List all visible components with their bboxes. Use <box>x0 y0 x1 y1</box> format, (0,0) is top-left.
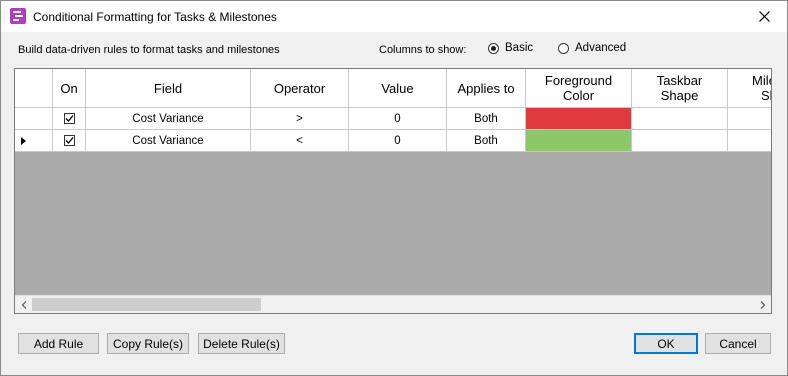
value-cell[interactable]: 0 <box>349 108 447 130</box>
value-cell[interactable]: 0 <box>349 130 447 152</box>
applies-to-cell[interactable]: Both <box>447 108 526 130</box>
on-checkbox-cell[interactable] <box>53 108 86 130</box>
chevron-right-icon <box>760 300 765 309</box>
operator-cell[interactable]: < <box>251 130 349 152</box>
scroll-right-button[interactable] <box>754 296 771 313</box>
table-row[interactable]: Cost Variance > 0 Both <box>15 108 771 130</box>
column-header-applies-to[interactable]: Applies to <box>447 69 526 108</box>
radio-advanced-indicator <box>558 42 569 54</box>
operator-cell[interactable]: > <box>251 108 349 130</box>
field-cell[interactable]: Cost Variance <box>86 130 251 152</box>
radio-advanced-label: Advanced <box>575 42 627 54</box>
radio-basic[interactable]: Basic <box>488 42 533 54</box>
on-checkbox[interactable] <box>63 113 75 124</box>
chevron-left-icon <box>21 300 26 309</box>
column-header-foreground-color[interactable]: Foreground Color <box>526 69 632 108</box>
radio-basic-indicator <box>488 42 499 54</box>
scrollbar-thumb[interactable] <box>32 298 261 311</box>
taskbar-shape-cell[interactable] <box>632 108 728 130</box>
on-checkbox-cell[interactable] <box>53 130 86 152</box>
grid-viewport: On Field Operator Value Applies to Foreg… <box>15 69 771 295</box>
taskbar-shape-cell[interactable] <box>632 130 728 152</box>
add-rule-button[interactable]: Add Rule <box>18 333 99 354</box>
column-header-operator[interactable]: Operator <box>251 69 349 108</box>
delete-rules-button[interactable]: Delete Rule(s) <box>198 333 285 354</box>
foreground-color-cell[interactable] <box>526 108 632 130</box>
checkmark-icon <box>65 137 74 144</box>
columns-to-show-label: Columns to show: <box>379 44 467 56</box>
milestone-shape-cell[interactable] <box>728 108 771 130</box>
cancel-button[interactable]: Cancel <box>705 333 771 354</box>
close-icon <box>758 11 770 22</box>
rules-grid[interactable]: On Field Operator Value Applies to Foreg… <box>14 68 772 314</box>
column-header-on[interactable]: On <box>53 69 86 108</box>
radio-basic-label: Basic <box>505 42 534 54</box>
column-header-field[interactable]: Field <box>86 69 251 108</box>
on-checkbox[interactable] <box>63 135 75 146</box>
title-bar: Conditional Formatting for Tasks & Miles… <box>1 1 787 32</box>
close-button[interactable] <box>741 1 787 32</box>
milestone-shape-cell[interactable] <box>728 130 771 152</box>
conditional-formatting-icon <box>10 8 26 24</box>
checkmark-icon <box>65 115 74 122</box>
grid-header-row: On Field Operator Value Applies to Foreg… <box>15 69 771 108</box>
horizontal-scrollbar[interactable] <box>15 295 771 313</box>
window-title: Conditional Formatting for Tasks & Miles… <box>33 10 277 24</box>
column-header-taskbar-shape[interactable]: Taskbar Shape <box>632 69 728 108</box>
row-header[interactable] <box>15 130 53 152</box>
column-header-value[interactable]: Value <box>349 69 447 108</box>
table-row[interactable]: Cost Variance < 0 Both <box>15 130 771 152</box>
dialog-description: Build data-driven rules to format tasks … <box>18 44 280 56</box>
column-header-milestone-shape[interactable]: Milestone Shape <box>728 69 771 108</box>
row-header-corner <box>15 69 53 108</box>
ok-button[interactable]: OK <box>634 333 698 354</box>
applies-to-cell[interactable]: Both <box>447 130 526 152</box>
scroll-left-button[interactable] <box>15 296 32 313</box>
row-pointer-icon <box>21 136 26 145</box>
dialog-window: Conditional Formatting for Tasks & Miles… <box>0 0 788 376</box>
field-cell[interactable]: Cost Variance <box>86 108 251 130</box>
radio-advanced[interactable]: Advanced <box>558 42 626 54</box>
row-header[interactable] <box>15 108 53 130</box>
copy-rules-button[interactable]: Copy Rule(s) <box>107 333 189 354</box>
foreground-color-cell[interactable] <box>526 130 632 152</box>
